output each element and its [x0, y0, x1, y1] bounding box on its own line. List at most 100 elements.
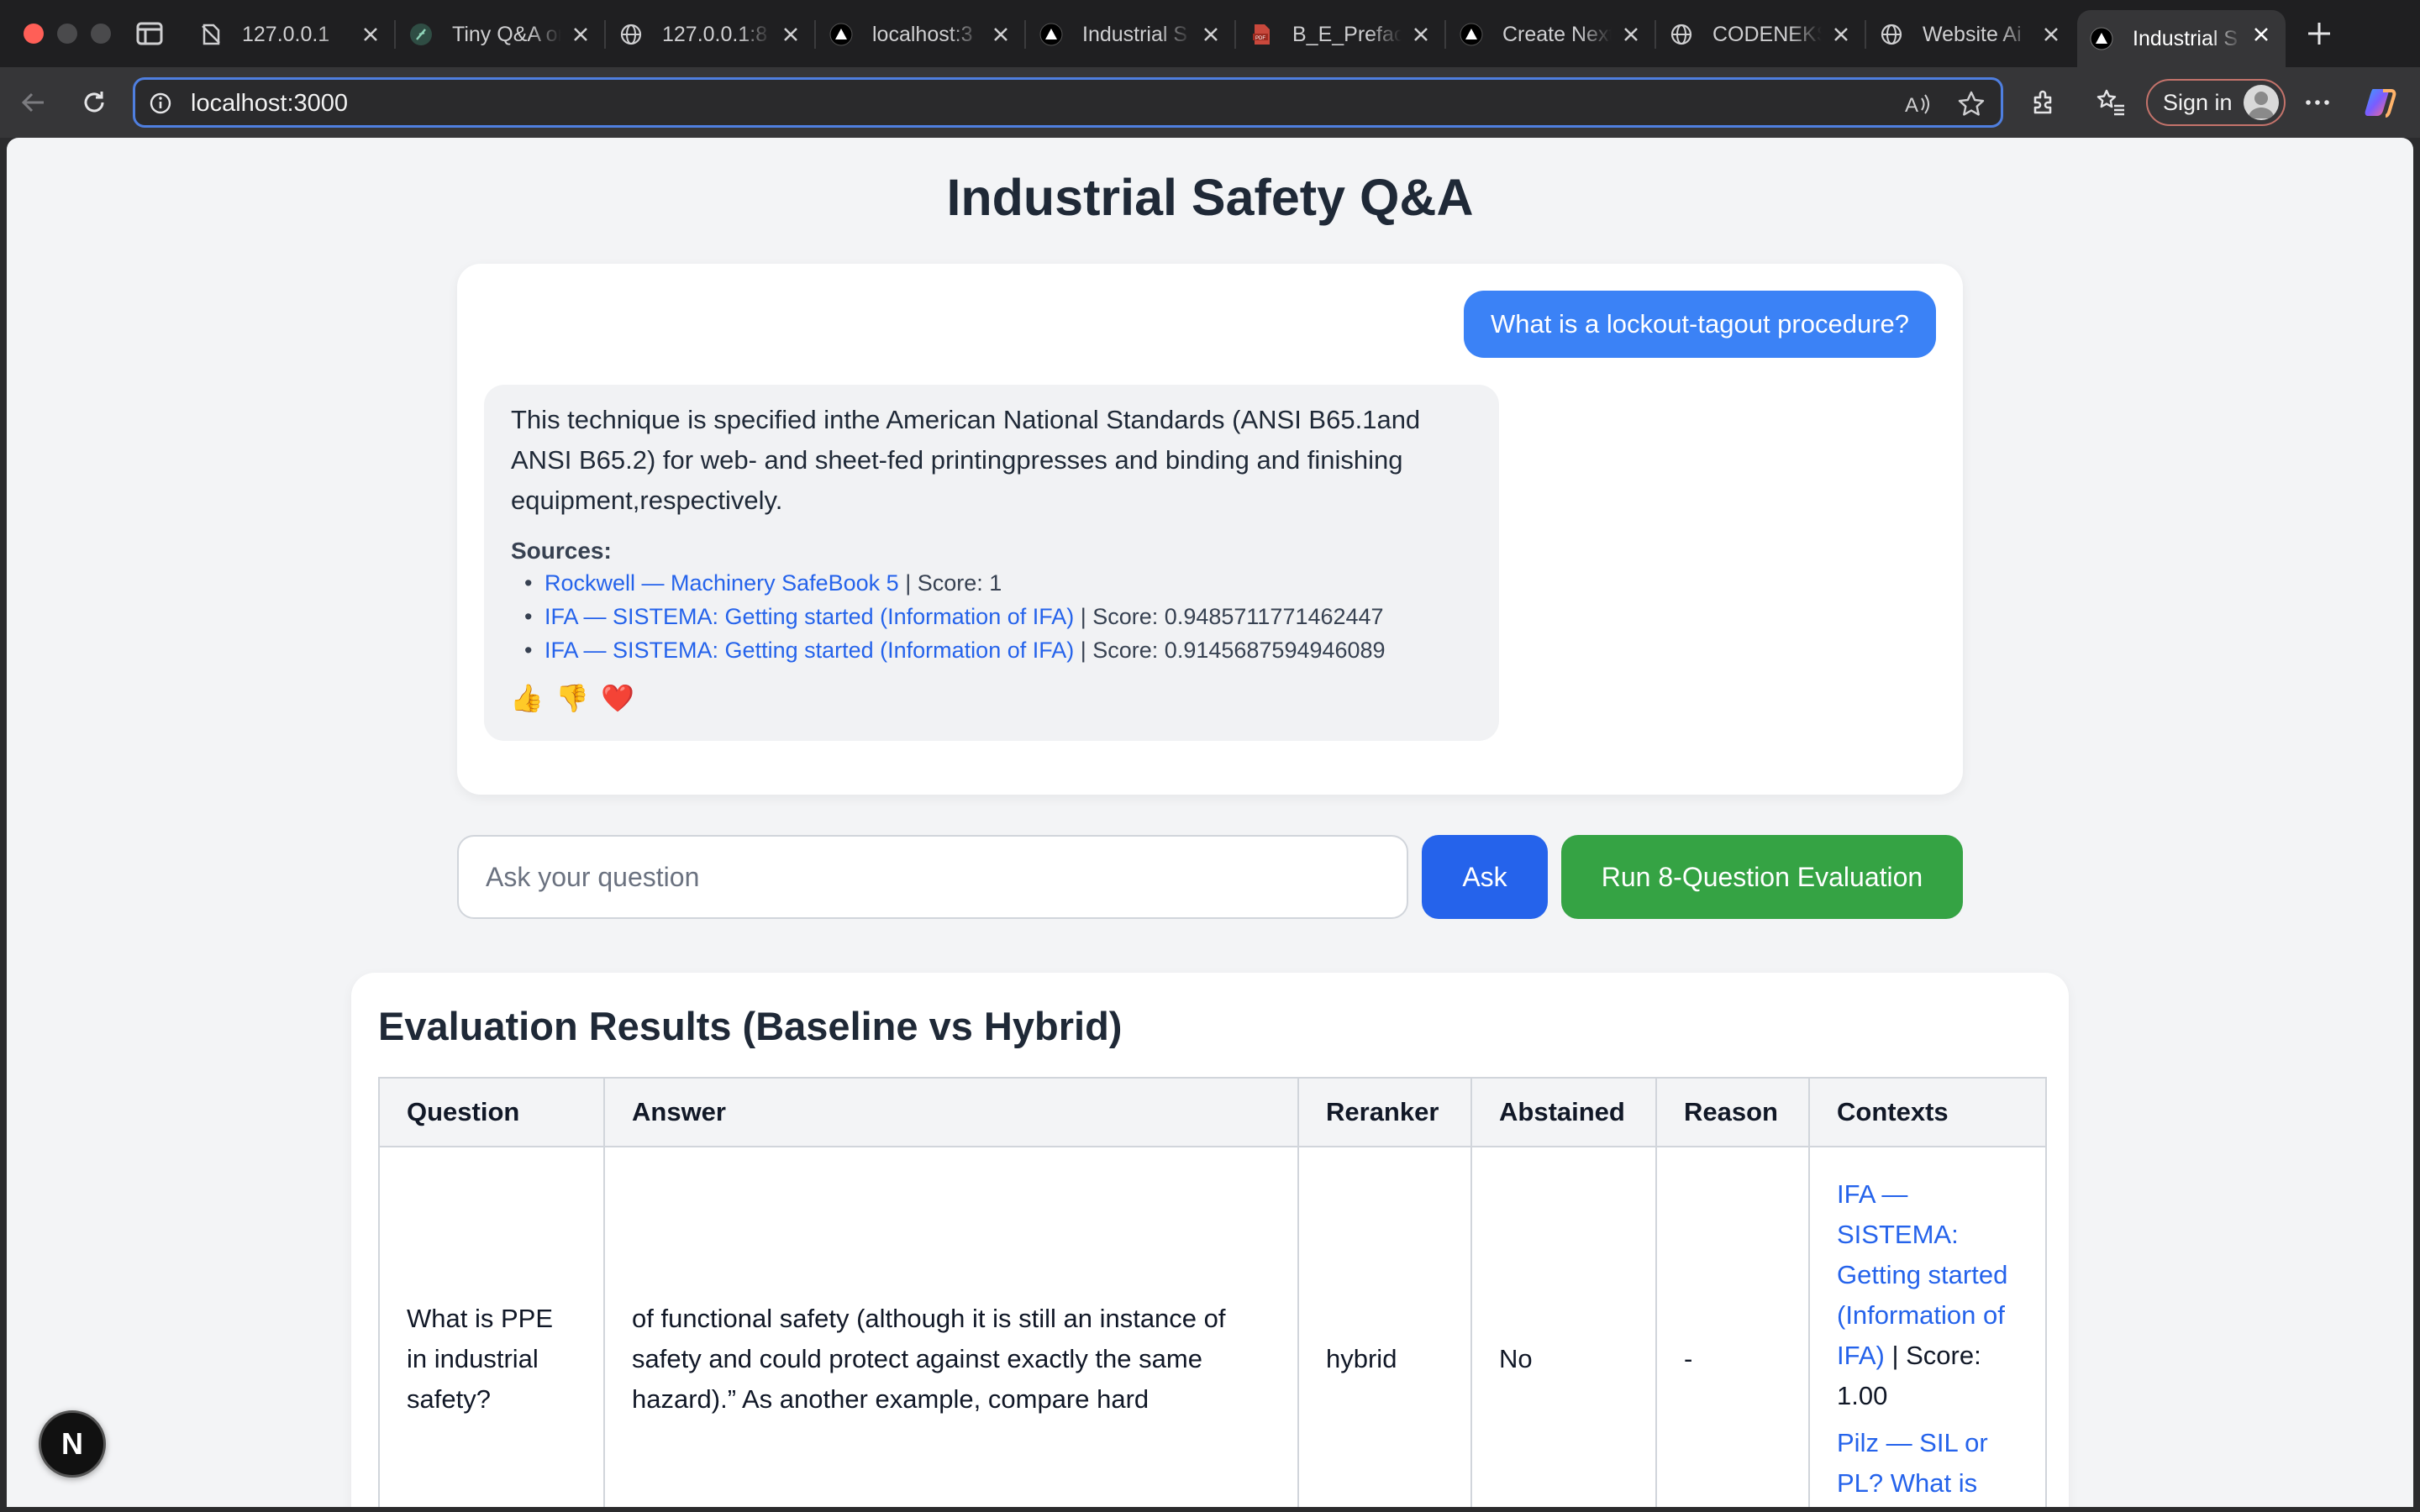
table-header-row: Question Answer Reranker Abstained Reaso…	[378, 1077, 2047, 1147]
minimize-window-button[interactable]	[57, 24, 77, 44]
reaction-bar: 👍 👎 ❤️	[510, 682, 1472, 714]
chat-panel: What is a lockout-tagout procedure? This…	[457, 264, 1963, 795]
tab-separator	[814, 20, 816, 49]
triangle-icon	[1459, 22, 1484, 47]
copilot-icon[interactable]	[2363, 84, 2400, 121]
reload-icon[interactable]	[76, 84, 113, 121]
globe-icon	[1669, 22, 1694, 47]
context-entry: IFA — SISTEMA: Getting started (Informat…	[1837, 1174, 2018, 1416]
back-icon[interactable]	[15, 84, 52, 121]
close-tab-icon[interactable]	[568, 22, 593, 47]
context-link[interactable]: Pilz — SIL or PL? What is the difference…	[1837, 1428, 2009, 1507]
tab-separator	[1234, 20, 1236, 49]
favorite-star-icon[interactable]	[1957, 90, 1986, 118]
browser-tab[interactable]: Create Next	[1447, 10, 1656, 59]
source-link[interactable]: IFA — SISTEMA: Getting started (Informat…	[544, 604, 1074, 629]
address-bar[interactable]: localhost:3000 A	[133, 77, 2003, 128]
bullet-icon: •	[524, 570, 533, 596]
tab-title: CODENEKS	[1712, 22, 1822, 46]
bot-answer-text: This technique is specified inthe Americ…	[511, 405, 1421, 515]
thumbs-up-icon[interactable]: 👍	[510, 682, 544, 714]
close-tab-icon[interactable]	[2249, 22, 2274, 47]
new-tab-icon[interactable]	[2302, 17, 2336, 50]
browser-tab[interactable]: localhost:3	[817, 10, 1026, 59]
browser-tab[interactable]: 127.0.0.1	[187, 10, 396, 59]
tab-title: localhost:3	[872, 22, 973, 46]
source-link[interactable]: IFA — SISTEMA: Getting started (Informat…	[544, 638, 1074, 663]
column-header: Reranker	[1297, 1077, 1472, 1147]
tab-actions-icon[interactable]	[134, 18, 165, 49]
column-header: Reason	[1655, 1077, 1810, 1147]
abstained-cell: No	[1470, 1146, 1657, 1507]
pdf-icon: PDF	[1249, 22, 1274, 47]
close-tab-icon[interactable]	[1408, 22, 1434, 47]
source-score: | Score: 0.9145687594946089	[1080, 638, 1386, 663]
browser-tab[interactable]: Industrial S	[1027, 10, 1236, 59]
source-score: | Score: 1	[905, 570, 1002, 596]
close-window-button[interactable]	[24, 24, 44, 44]
tab-separator	[1024, 20, 1026, 49]
browser-tab[interactable]: PDF B_E_Preface	[1237, 10, 1446, 59]
bot-message: This technique is specified inthe Americ…	[484, 385, 1499, 741]
column-header: Question	[378, 1077, 605, 1147]
page-viewport: Industrial Safety Q&A What is a lockout-…	[7, 138, 2413, 1507]
answer-cell: of functional safety (although it is sti…	[603, 1146, 1299, 1507]
feather-icon	[408, 22, 434, 47]
triangle-icon	[1039, 22, 1064, 47]
source-score: | Score: 0.9485711771462447	[1080, 604, 1384, 629]
source-item: • IFA — SISTEMA: Getting started (Inform…	[511, 633, 1472, 667]
column-header: Answer	[603, 1077, 1299, 1147]
source-item: • IFA — SISTEMA: Getting started (Inform…	[511, 600, 1472, 633]
read-aloud-icon[interactable]: A	[1903, 90, 1932, 118]
close-tab-icon[interactable]	[1198, 22, 1223, 47]
user-message: What is a lockout-tagout procedure?	[1464, 291, 1936, 358]
more-options-icon[interactable]	[2299, 84, 2336, 121]
avatar	[2244, 85, 2279, 120]
tab-separator	[394, 20, 396, 49]
favorites-icon[interactable]	[2092, 84, 2129, 121]
offline-page-icon	[198, 22, 224, 47]
sign-in-button[interactable]: Sign in	[2146, 79, 2286, 126]
bullet-icon: •	[524, 604, 533, 629]
close-tab-icon[interactable]	[1618, 22, 1644, 47]
tab-separator	[1865, 20, 1866, 49]
table-row: What is PPE in industrial safety? of fun…	[378, 1146, 2047, 1507]
browser-toolbar: localhost:3000 A Sign in	[0, 67, 2420, 138]
close-tab-icon[interactable]	[2039, 22, 2064, 47]
close-tab-icon[interactable]	[1828, 22, 1854, 47]
evaluation-table: Question Answer Reranker Abstained Reaso…	[378, 1077, 2047, 1507]
site-info-icon[interactable]	[149, 92, 172, 115]
sources-list: • Rockwell — Machinery SafeBook 5 | Scor…	[511, 566, 1472, 667]
extensions-icon[interactable]	[2025, 84, 2062, 121]
browser-tab[interactable]: 127.0.0.1:8	[607, 10, 816, 59]
triangle-icon	[829, 22, 854, 47]
browser-tab[interactable]: Website Ai	[1867, 10, 2075, 59]
browser-tab[interactable]: Tiny Q&A on	[397, 10, 606, 59]
run-evaluation-button[interactable]: Run 8-Question Evaluation	[1561, 835, 1963, 919]
question-input[interactable]	[457, 835, 1408, 919]
source-link[interactable]: Rockwell — Machinery SafeBook 5	[544, 570, 899, 596]
maximize-window-button[interactable]	[91, 24, 111, 44]
svg-text:A: A	[1905, 94, 1918, 117]
close-tab-icon[interactable]	[988, 22, 1013, 47]
browser-tab[interactable]: CODENEKS	[1657, 10, 1866, 59]
heart-icon[interactable]: ❤️	[601, 682, 634, 714]
page-title: Industrial Safety Q&A	[946, 169, 1474, 226]
tab-title: 127.0.0.1	[242, 22, 330, 46]
nextjs-dev-badge[interactable]: N	[39, 1410, 106, 1478]
reranker-cell: hybrid	[1297, 1146, 1472, 1507]
browser-tab-active[interactable]: Industrial S	[2077, 10, 2286, 67]
contexts-cell: IFA — SISTEMA: Getting started (Informat…	[1808, 1146, 2047, 1507]
tab-separator	[1444, 20, 1446, 49]
thumbs-down-icon[interactable]: 👎	[555, 682, 589, 714]
question-cell: What is PPE in industrial safety?	[378, 1146, 605, 1507]
evaluation-results-title: Evaluation Results (Baseline vs Hybrid)	[378, 1004, 1123, 1048]
sign-in-label: Sign in	[2163, 89, 2233, 115]
globe-icon	[618, 22, 644, 47]
close-tab-icon[interactable]	[358, 22, 383, 47]
tab-title: 127.0.0.1:8	[662, 22, 768, 46]
close-tab-icon[interactable]	[778, 22, 803, 47]
ask-button[interactable]: Ask	[1422, 835, 1548, 919]
column-header: Contexts	[1808, 1077, 2047, 1147]
column-header: Abstained	[1470, 1077, 1657, 1147]
